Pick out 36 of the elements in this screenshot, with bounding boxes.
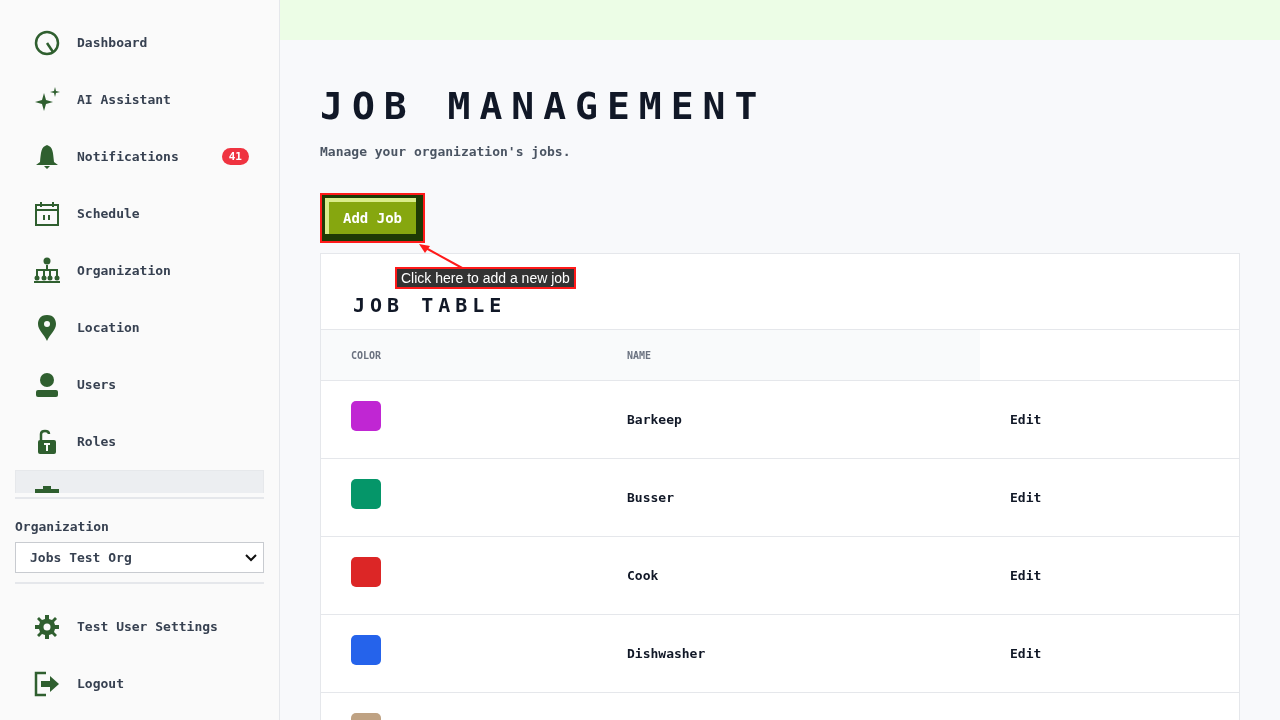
job-name: Busser (627, 490, 674, 505)
nav-item[interactable]: Users (15, 356, 264, 413)
notification-count-badge: 41 (221, 148, 249, 165)
nav-label: Dashboard (77, 35, 149, 50)
nav-item[interactable]: Location (15, 299, 264, 356)
edit-link[interactable]: Edit (1010, 412, 1042, 427)
page-subtitle: Manage your organization's jobs. (320, 144, 572, 159)
job-name: Barkeep (627, 412, 682, 427)
nav-item[interactable]: Dashboard (15, 14, 264, 71)
nav-label: Location (77, 320, 141, 335)
job-name: Cook (627, 568, 659, 583)
nav-label: Roles (77, 434, 118, 449)
nav-label: AI Assistant (77, 92, 172, 107)
nav-item[interactable]: Notifications 41 (15, 128, 264, 185)
edit-link[interactable]: Edit (1010, 568, 1042, 583)
column-header: COLOR (351, 349, 382, 361)
nav-item[interactable]: Schedule (15, 185, 264, 242)
nav-label: Notifications (77, 149, 180, 164)
edit-link[interactable]: Edit (1010, 646, 1042, 661)
nav-item[interactable]: Test User Settings (15, 598, 264, 655)
tooltip: Click here to add a new job (395, 267, 576, 289)
nav-item[interactable]: Roles (15, 413, 264, 470)
nav-label: Schedule (77, 206, 141, 221)
nav-item[interactable]: AI Assistant (15, 71, 264, 128)
column-header: NAME (627, 349, 652, 361)
page-title: JOB MANAGEMENT (320, 84, 768, 128)
nav-label: Test User Settings (77, 619, 219, 634)
edit-link[interactable]: Edit (1010, 490, 1042, 505)
organization-select[interactable]: Jobs Test Org (15, 542, 264, 573)
nav-label: Logout (77, 676, 125, 691)
organization-label: Organization (15, 519, 110, 534)
job-name: Dishwasher (627, 646, 706, 661)
nav-label: Organization (77, 263, 172, 278)
nav-item[interactable]: Organization (15, 242, 264, 299)
nav-label: Users (77, 377, 118, 392)
nav-item[interactable]: Logout (15, 655, 264, 712)
